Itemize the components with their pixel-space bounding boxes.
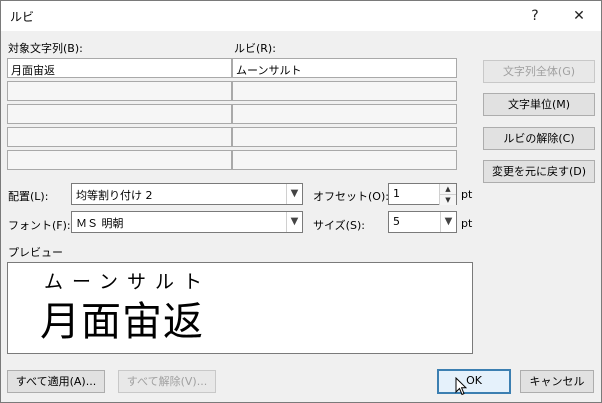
help-button[interactable]: ? [513, 1, 557, 31]
base-text-cell[interactable]: 月面宙返 [7, 58, 232, 78]
undo-changes-button[interactable]: 変更を元に戻す(D) [483, 160, 595, 183]
ruby-text-cell[interactable] [232, 81, 457, 101]
preview-box: ムーンサルト 月面宙返 [7, 262, 473, 354]
ok-button[interactable]: OK [437, 369, 511, 394]
ruby-grid: 月面宙返 ムーンサルト [7, 58, 457, 172]
title-bar: ルビ ? ✕ [1, 1, 601, 31]
base-text-cell[interactable] [7, 81, 232, 101]
size-value: 5 [393, 215, 400, 228]
spin-down-icon[interactable]: ▼ [439, 194, 456, 205]
offset-unit: pt [461, 188, 473, 201]
base-text-cell[interactable] [7, 104, 232, 124]
mouse-pointer-icon [455, 377, 467, 396]
chevron-down-icon[interactable]: ▼ [286, 184, 302, 204]
offset-value: 1 [393, 187, 400, 200]
font-value: ＭＳ 明朝 [76, 217, 124, 230]
font-label: フォント(F): [8, 219, 71, 232]
base-text-cell[interactable] [7, 150, 232, 170]
ruby-text-cell[interactable]: ムーンサルト [232, 58, 457, 78]
alignment-select[interactable]: 均等割り付け 2 ▼ [71, 183, 303, 205]
ruby-text-cell[interactable] [232, 150, 457, 170]
base-text-cell[interactable] [7, 127, 232, 147]
preview-base-text: 月面宙返 [40, 299, 204, 345]
alignment-value: 均等割り付け 2 [76, 189, 153, 202]
ruby-text-cell[interactable] [232, 104, 457, 124]
alignment-label: 配置(L): [8, 190, 49, 203]
close-button[interactable]: ✕ [557, 1, 601, 31]
per-character-button[interactable]: 文字単位(M) [483, 93, 595, 116]
size-label: サイズ(S): [313, 219, 365, 232]
offset-label: オフセット(O): [313, 190, 389, 203]
base-text-label: 対象文字列(B): [8, 42, 83, 55]
remove-ruby-button[interactable]: ルビの解除(C) [483, 127, 595, 150]
size-select[interactable]: 5 ▼ [388, 211, 457, 233]
chevron-down-icon[interactable]: ▼ [286, 212, 302, 232]
ruby-dialog: ルビ ? ✕ 対象文字列(B): ルビ(R): 月面宙返 ムーンサルト 文字列全… [0, 0, 602, 403]
spin-up-icon[interactable]: ▲ [439, 184, 456, 194]
ruby-label: ルビ(R): [234, 42, 276, 55]
whole-string-button[interactable]: 文字列全体(G) [483, 60, 595, 83]
apply-all-button[interactable]: すべて適用(A)... [7, 370, 105, 393]
font-select[interactable]: ＭＳ 明朝 ▼ [71, 211, 303, 233]
window-title: ルビ [10, 10, 35, 24]
remove-all-button[interactable]: すべて解除(V)... [118, 370, 216, 393]
preview-label: プレビュー [8, 246, 63, 259]
offset-stepper[interactable]: 1 ▲ ▼ [388, 183, 457, 205]
ruby-text-cell[interactable] [232, 127, 457, 147]
cancel-button[interactable]: キャンセル [520, 370, 594, 393]
chevron-down-icon[interactable]: ▼ [440, 212, 456, 232]
size-unit: pt [461, 217, 473, 230]
